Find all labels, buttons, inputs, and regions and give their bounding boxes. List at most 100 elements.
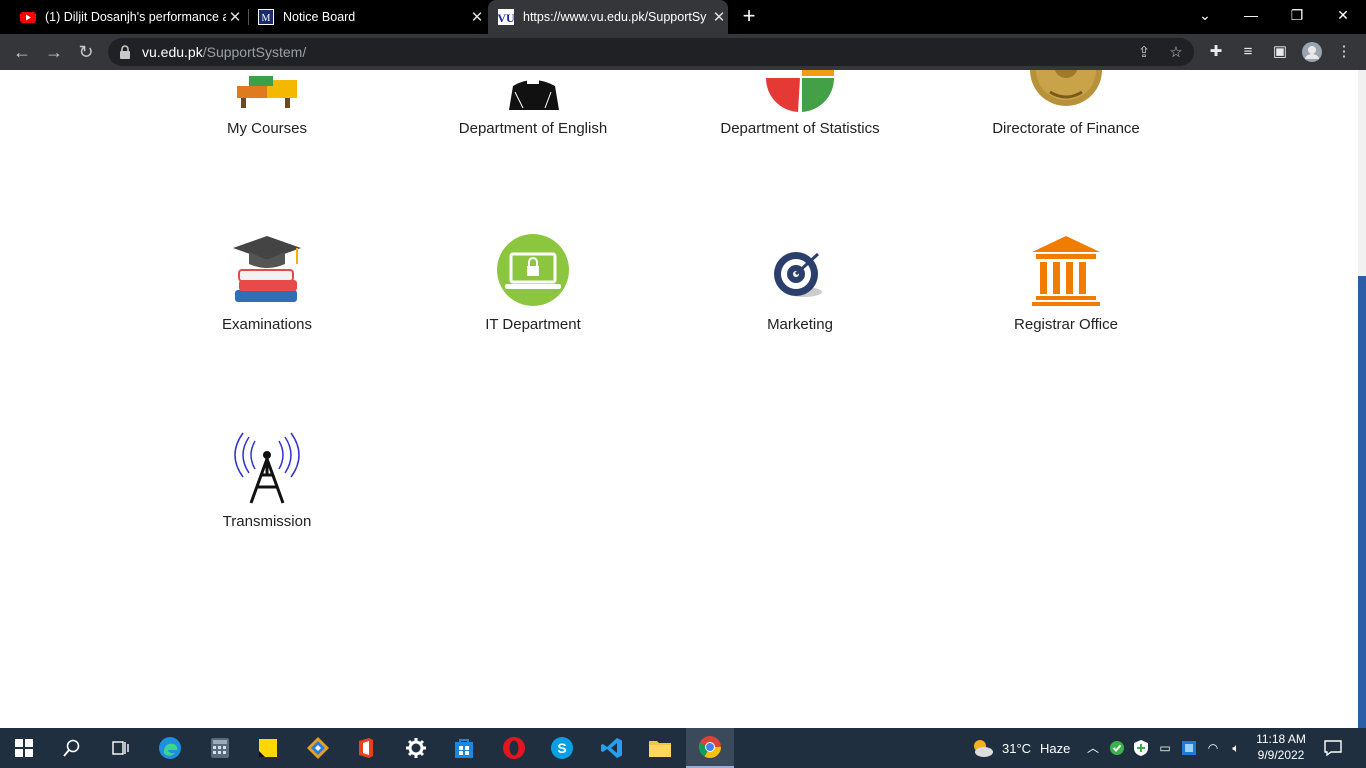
taskbar-file-explorer[interactable]: [636, 728, 684, 768]
forward-icon[interactable]: →: [42, 40, 66, 64]
tile-registrar-office[interactable]: Registrar Office: [956, 232, 1176, 342]
taskbar-chrome[interactable]: [686, 728, 734, 768]
tile-marketing[interactable]: Marketing: [690, 232, 910, 342]
tile-label: Department of Statistics: [720, 120, 880, 137]
notifications-icon[interactable]: [1324, 739, 1342, 757]
chrome-icon: [698, 736, 721, 758]
svg-text:VU: VU: [498, 11, 514, 25]
scroll-thumb[interactable]: [1358, 276, 1366, 728]
svg-text:S: S: [557, 740, 566, 756]
browser-toolbar: ← → ↻ vu.edu.pk/SupportSystem/ ⇪ ☆ ✚ ≡ ▣…: [0, 34, 1366, 70]
tile-label: IT Department: [485, 316, 581, 333]
laptop-lock-icon: [497, 234, 569, 306]
taskbar-store[interactable]: [440, 728, 488, 768]
english-icon: [509, 74, 559, 110]
close-tab-icon[interactable]: ✕: [226, 8, 244, 26]
chevron-up-icon[interactable]: ︿: [1085, 740, 1101, 756]
vscode-icon: [601, 738, 622, 758]
tab-title: Notice Board: [283, 10, 356, 24]
tile-label: My Courses: [226, 120, 308, 137]
tab-youtube[interactable]: (1) Diljit Dosanjh's performance a ✕: [12, 0, 244, 34]
tile-department-of-statistics[interactable]: Department of Statistics: [690, 70, 910, 150]
tab-support-system[interactable]: VU https://www.vu.edu.pk/SupportSy ✕: [488, 0, 728, 34]
tile-it-department[interactable]: IT Department: [423, 232, 643, 342]
taskbar: S 31°C Haze ︿ ▭ ◠ 🔈︎ 11:18 AM 9/9/2022: [0, 728, 1366, 768]
security-shield-icon[interactable]: [1133, 739, 1149, 757]
tile-my-courses[interactable]: My Courses: [157, 70, 377, 150]
courses-icon: [237, 76, 297, 108]
statistics-icon: [765, 70, 835, 112]
close-tab-icon[interactable]: ✕: [468, 8, 486, 26]
weather-desc: Haze: [1040, 741, 1071, 756]
taskbar-opera[interactable]: [490, 728, 538, 768]
tab-notice-board[interactable]: M Notice Board ✕: [250, 0, 486, 34]
tab-separator: [248, 9, 249, 25]
tile-label: Marketing: [767, 316, 833, 333]
url-domain: vu.edu.pk: [142, 44, 203, 60]
edge-icon: [159, 737, 181, 759]
url-path: /SupportSystem/: [202, 44, 307, 60]
windows-icon: [15, 739, 33, 757]
gear-icon: [406, 738, 426, 758]
side-panel-icon[interactable]: ▣: [1270, 42, 1290, 62]
tile-label: Registrar Office: [1014, 316, 1118, 333]
tray-blue-app-icon[interactable]: [1181, 740, 1197, 756]
tab-search-icon[interactable]: ⌄: [1182, 0, 1228, 34]
tab-title: https://www.vu.edu.pk/SupportSy: [523, 10, 707, 24]
diamond-app-icon: [307, 737, 329, 759]
share-icon[interactable]: ⇪: [1134, 43, 1154, 63]
close-tab-icon[interactable]: ✕: [710, 8, 728, 26]
wifi-icon[interactable]: ◠: [1205, 740, 1221, 756]
antenna-icon: [234, 432, 300, 504]
clock[interactable]: 11:18 AM 9/9/2022: [1250, 731, 1312, 763]
back-icon[interactable]: ←: [10, 40, 34, 64]
tile-directorate-of-finance[interactable]: Directorate of Finance: [956, 70, 1176, 150]
finance-coin-icon: [1030, 70, 1102, 106]
vu-icon: M: [258, 9, 274, 25]
search-button[interactable]: [48, 728, 96, 768]
store-icon: [455, 739, 473, 758]
sticky-notes-icon: [259, 739, 277, 757]
taskbar-calculator[interactable]: [196, 728, 244, 768]
calculator-icon: [211, 738, 229, 758]
minimize-icon[interactable]: —: [1228, 0, 1274, 34]
new-tab-button[interactable]: +: [738, 5, 760, 29]
page-scrollbar[interactable]: [1358, 70, 1366, 728]
close-window-icon[interactable]: ✕: [1320, 0, 1366, 34]
lock-icon: [120, 45, 130, 59]
volume-icon[interactable]: 🔈︎: [1228, 740, 1244, 756]
tab-strip: (1) Diljit Dosanjh's performance a ✕ M N…: [0, 0, 1366, 34]
taskbar-app-diamond[interactable]: [294, 728, 342, 768]
task-view-icon: [112, 741, 129, 755]
weather-icon[interactable]: [970, 737, 994, 759]
extensions-icon[interactable]: ✚: [1206, 42, 1226, 62]
taskbar-settings[interactable]: [392, 728, 440, 768]
tile-department-of-english[interactable]: Department of English: [423, 70, 643, 150]
reload-icon[interactable]: ↻: [74, 40, 98, 64]
battery-icon[interactable]: ▭: [1157, 740, 1173, 756]
restore-icon[interactable]: ❐: [1274, 0, 1320, 34]
address-bar[interactable]: vu.edu.pk/SupportSystem/ ⇪ ☆: [108, 38, 1194, 66]
taskbar-sticky-notes[interactable]: [244, 728, 292, 768]
menu-icon[interactable]: ⋮: [1334, 42, 1354, 62]
search-icon: [63, 739, 80, 757]
taskbar-vscode[interactable]: [588, 728, 636, 768]
task-view-button[interactable]: [96, 728, 144, 768]
start-button[interactable]: [0, 728, 48, 768]
taskbar-skype[interactable]: S: [538, 728, 586, 768]
tile-examinations[interactable]: Examinations: [157, 232, 377, 342]
youtube-icon: [20, 12, 36, 23]
vu-icon: VU: [498, 9, 514, 25]
bookmark-star-icon[interactable]: ☆: [1166, 43, 1186, 63]
clock-time: 11:18 AM: [1256, 732, 1306, 746]
taskbar-office[interactable]: [342, 728, 390, 768]
tile-transmission[interactable]: Transmission: [157, 429, 377, 539]
tile-label: Examinations: [221, 316, 313, 333]
media-control-icon[interactable]: ≡: [1238, 42, 1258, 62]
tray-green-check-icon[interactable]: [1109, 740, 1125, 756]
clock-date: 9/9/2022: [1257, 748, 1305, 762]
page-content: My Courses Department of English Departm…: [0, 70, 1358, 728]
tab-title: (1) Diljit Dosanjh's performance a: [45, 10, 226, 24]
profile-avatar[interactable]: [1302, 42, 1322, 62]
taskbar-edge[interactable]: [146, 728, 194, 768]
